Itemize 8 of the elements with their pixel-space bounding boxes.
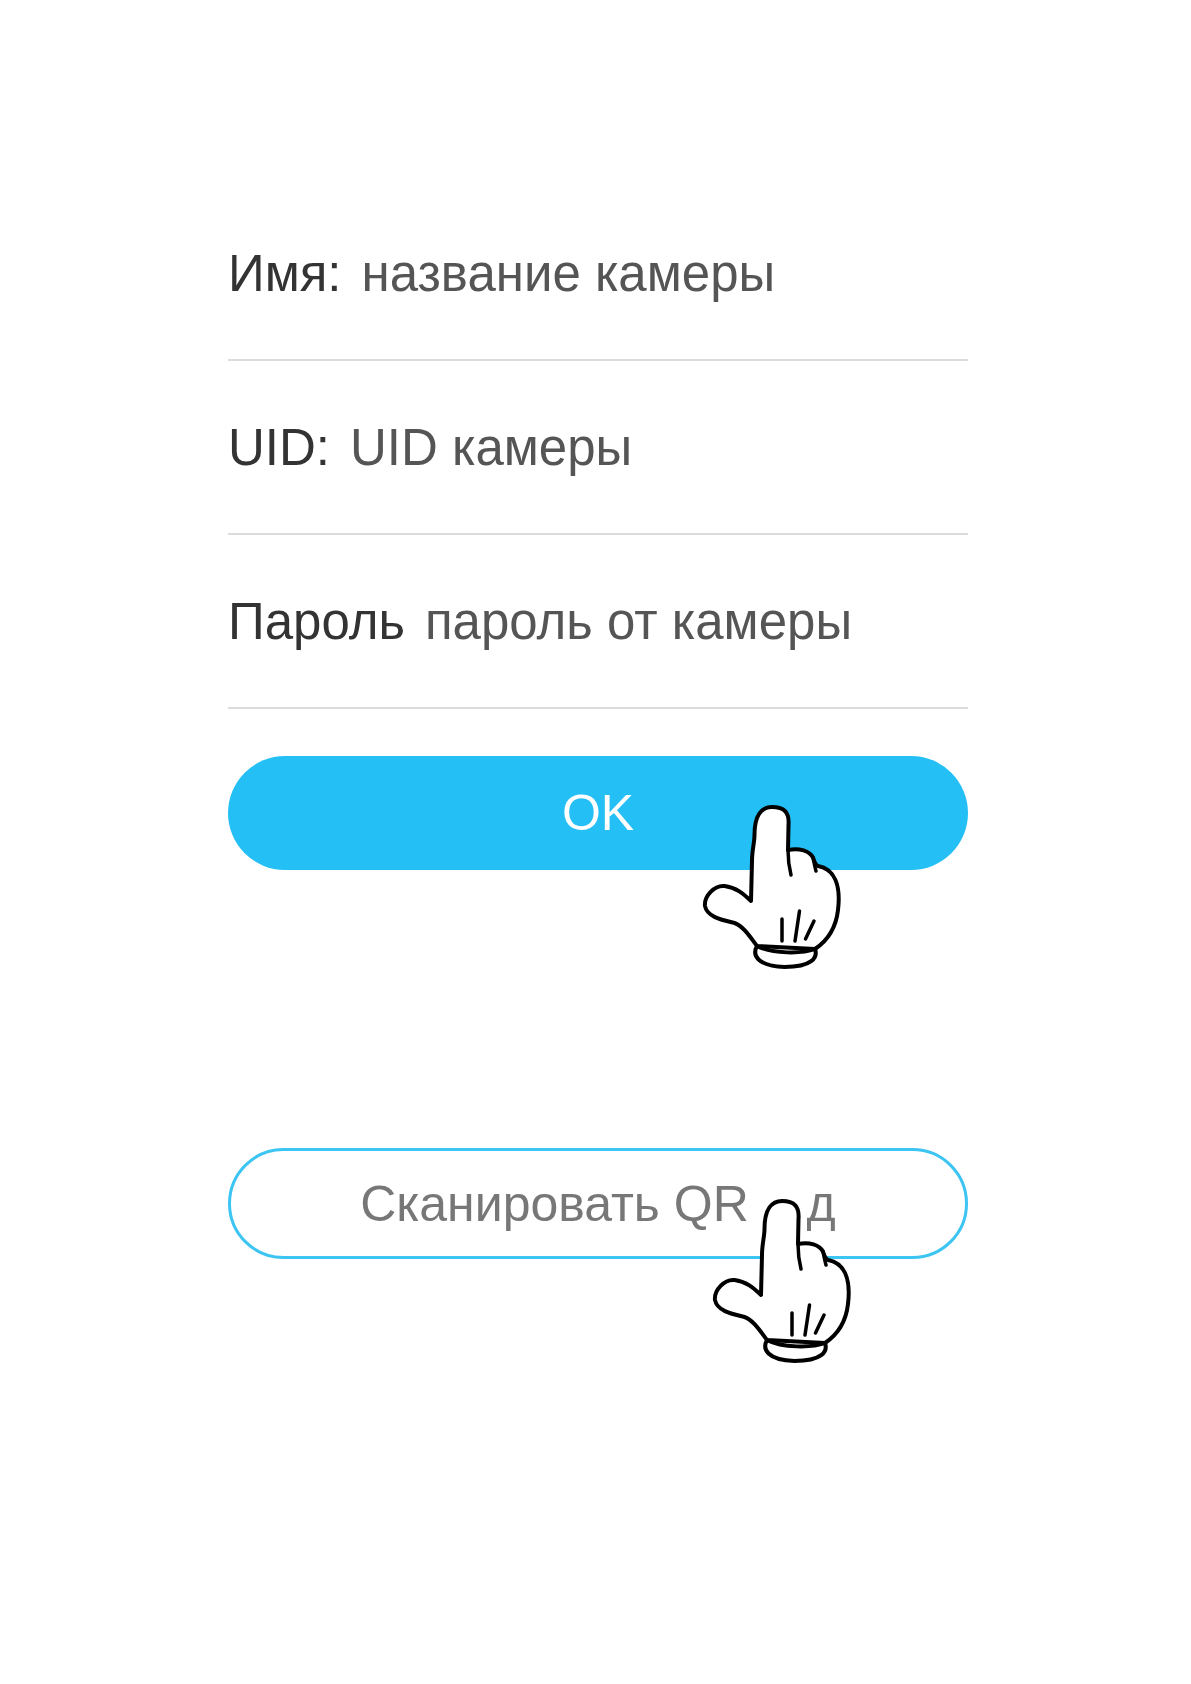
input-field[interactable]: UID камеры	[350, 415, 968, 479]
pointing-hand-icon	[702, 805, 842, 970]
field-label: UID:	[228, 417, 330, 477]
input-field[interactable]: пароль от камеры	[424, 589, 968, 653]
field-label: Имя:	[228, 243, 342, 303]
scan-button[interactable]: Сканировать QR д	[228, 1148, 968, 1259]
input-field[interactable]: название камеры	[361, 241, 968, 305]
field-label: Пароль	[228, 591, 405, 651]
